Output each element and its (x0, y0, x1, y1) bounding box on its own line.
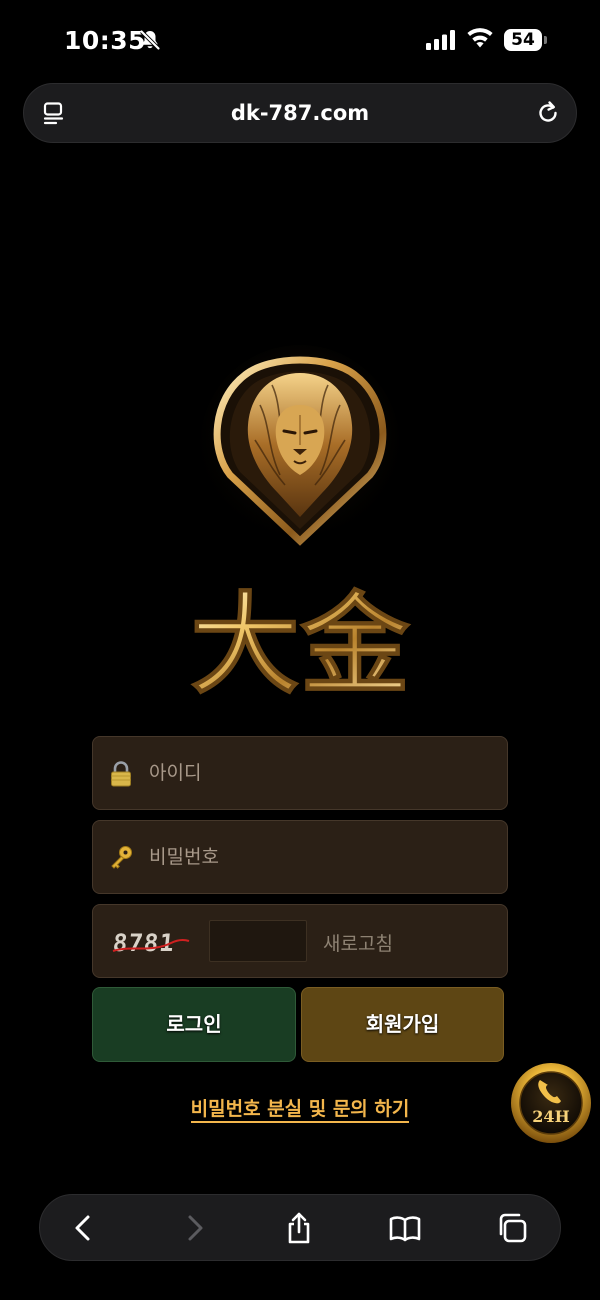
support-24h-button[interactable]: 24H (510, 1062, 592, 1144)
login-button[interactable]: 로그인 (92, 987, 296, 1062)
reload-icon[interactable] (534, 99, 562, 127)
password-field[interactable] (92, 820, 508, 894)
brand-logo-text: 大金 (190, 580, 411, 709)
captcha-field: 8781 새로고침 (92, 904, 508, 978)
battery-cap (544, 36, 547, 44)
cellular-signal-icon (426, 30, 455, 50)
captcha-image: 8781 (111, 927, 191, 961)
key-icon (111, 846, 132, 869)
url-text[interactable]: dk-787.com (24, 101, 576, 125)
support-badge-label: 24H (532, 1107, 569, 1126)
password-help-link[interactable]: 비밀번호 분실 및 문의 하기 (190, 1098, 410, 1123)
status-time: 10:35 (64, 26, 147, 55)
tabs-icon[interactable] (495, 1211, 529, 1245)
username-field[interactable] (92, 736, 508, 810)
password-input[interactable] (149, 821, 489, 893)
brand-logo: 大金 (190, 580, 412, 710)
username-input[interactable] (149, 737, 489, 809)
status-bar: 10:35 54 (0, 0, 600, 80)
lion-head-emblem (200, 345, 400, 546)
share-icon[interactable] (282, 1211, 316, 1245)
browser-toolbar (39, 1194, 561, 1261)
bell-slash-icon (140, 30, 160, 50)
forward-icon[interactable] (177, 1211, 211, 1245)
bookmarks-icon[interactable] (388, 1211, 422, 1245)
address-bar[interactable]: dk-787.com (23, 83, 577, 143)
signup-button[interactable]: 회원가입 (301, 987, 504, 1062)
lock-icon (111, 761, 131, 787)
back-icon[interactable] (67, 1211, 101, 1245)
captcha-input[interactable] (209, 920, 307, 962)
battery-icon: 54 (504, 29, 542, 51)
captcha-noise-line (112, 938, 190, 952)
captcha-refresh-link[interactable]: 새로고침 (323, 929, 393, 956)
wifi-icon (467, 28, 493, 48)
